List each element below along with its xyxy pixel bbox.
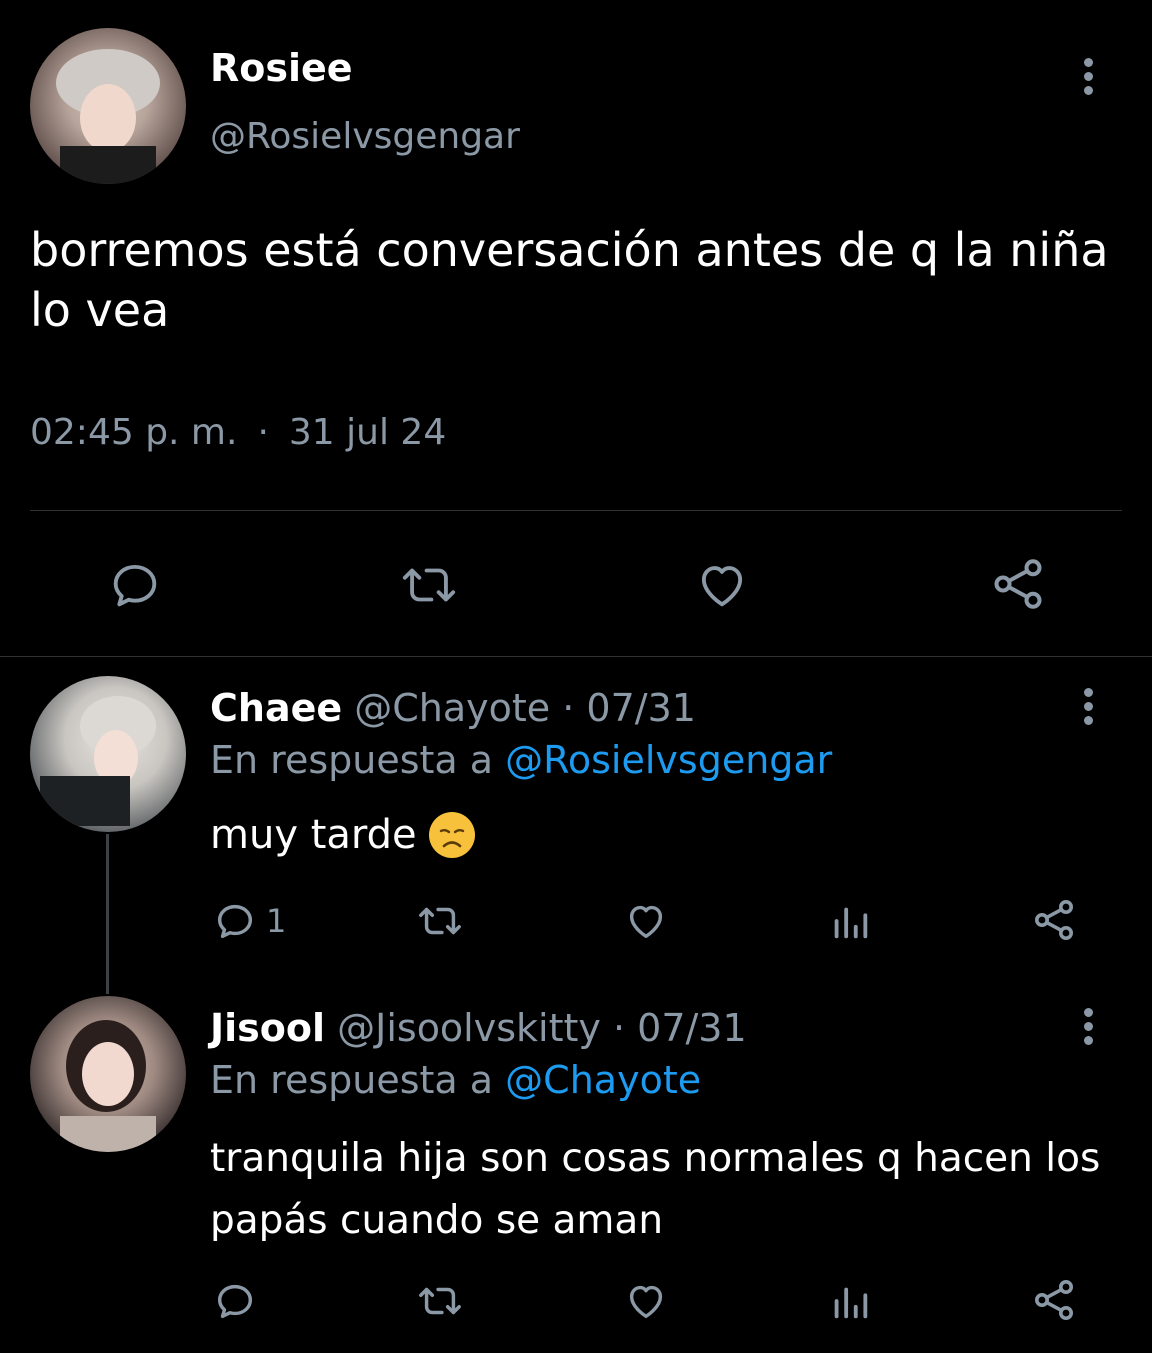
reply1-retweet-button[interactable]	[414, 898, 466, 944]
main-time[interactable]: 02:45 p. m.	[30, 412, 237, 453]
main-like-button[interactable]	[692, 556, 752, 614]
reply1-share-button[interactable]	[1030, 896, 1078, 944]
retweet-icon	[402, 568, 456, 602]
main-tweet-text-line1: borremos está conversación antes de q la…	[30, 223, 1109, 277]
reply1-handle[interactable]: @Chayote	[354, 686, 550, 730]
views-icon	[834, 907, 868, 939]
more-vertical-icon[interactable]	[1084, 1008, 1094, 1050]
like-icon	[629, 905, 663, 939]
reply2-display-name[interactable]: Jisool	[210, 1006, 325, 1050]
disappointed-face-emoji	[428, 812, 475, 858]
retweet-icon	[419, 1287, 461, 1315]
main-retweet-button[interactable]	[396, 556, 462, 614]
reply1-reply-count: 1	[266, 902, 287, 940]
reply2-context: En respuesta a @Chayote	[210, 1058, 701, 1102]
views-icon	[834, 1287, 868, 1319]
retweet-icon	[419, 907, 461, 935]
main-timestamp: 02:45 p. m. · 31 jul 24	[30, 412, 446, 453]
main-share-button[interactable]	[988, 554, 1048, 614]
reply1-mention[interactable]: @Rosielvsgengar	[505, 738, 832, 782]
reply1-like-button[interactable]	[622, 898, 670, 944]
reply1-display-name[interactable]: Chaee	[210, 686, 342, 730]
main-reply-button[interactable]	[106, 556, 164, 614]
reply2-mention[interactable]: @Chayote	[505, 1058, 701, 1102]
share-icon	[1035, 1280, 1073, 1320]
reply2-date[interactable]: · 07/31	[613, 1006, 747, 1050]
reply1-reply-prefix: En respuesta a	[210, 738, 494, 782]
main-tweet-text-line2: lo vea	[30, 283, 170, 337]
more-vertical-icon[interactable]	[1084, 58, 1094, 100]
reply2-views-button[interactable]	[830, 1278, 870, 1324]
reply1-header: Chaee @Chayote · 07/31	[210, 686, 696, 730]
timestamp-separator: ·	[257, 412, 269, 453]
avatar-chaee[interactable]	[30, 676, 186, 832]
reply-icon	[217, 1284, 253, 1319]
reply1-text-content: muy tarde	[210, 812, 417, 858]
avatar-chaee-picture	[40, 696, 156, 826]
avatar-jisool-picture	[60, 1020, 156, 1152]
section-divider	[0, 656, 1152, 657]
reply1-reply-button[interactable]: 1	[212, 898, 286, 944]
more-vertical-icon[interactable]	[1084, 688, 1094, 730]
share-icon	[994, 559, 1042, 609]
reply2-text: tranquila hija son cosas normales q hace…	[210, 1128, 1130, 1252]
like-icon	[629, 1285, 663, 1319]
reply1-views-button[interactable]	[830, 898, 870, 944]
reply-icon	[217, 904, 253, 939]
avatar-rosiee[interactable]	[30, 28, 186, 184]
reply2-like-button[interactable]	[622, 1278, 670, 1324]
reply1-text: muy tarde	[210, 812, 475, 858]
reply1-date[interactable]: · 07/31	[562, 686, 696, 730]
reply2-text-line1: tranquila hija son cosas normales q hace…	[210, 1136, 1101, 1181]
avatar-rosiee-picture	[56, 49, 160, 184]
reply1-context: En respuesta a @Rosielvsgengar	[210, 738, 832, 782]
main-tweet-text: borremos está conversación antes de q la…	[30, 220, 1140, 340]
main-handle[interactable]: @Rosielvsgengar	[210, 116, 520, 157]
reply2-reply-prefix: En respuesta a	[210, 1058, 494, 1102]
avatar-jisool[interactable]	[30, 996, 186, 1152]
main-display-name[interactable]: Rosiee	[210, 46, 353, 90]
reply2-handle[interactable]: @Jisoolvskitty	[337, 1006, 601, 1050]
thread-line	[106, 834, 109, 994]
reply2-header: Jisool @Jisoolvskitty · 07/31	[210, 1006, 747, 1050]
reply-icon	[113, 564, 157, 607]
main-date[interactable]: 31 jul 24	[289, 412, 446, 453]
reply2-retweet-button[interactable]	[414, 1278, 466, 1324]
reply2-reply-button[interactable]	[212, 1278, 258, 1324]
share-icon	[1035, 900, 1073, 940]
reply2-text-line2: papás cuando se aman	[210, 1198, 664, 1243]
main-divider	[30, 510, 1122, 511]
reply2-share-button[interactable]	[1030, 1276, 1078, 1324]
like-icon	[701, 566, 743, 607]
